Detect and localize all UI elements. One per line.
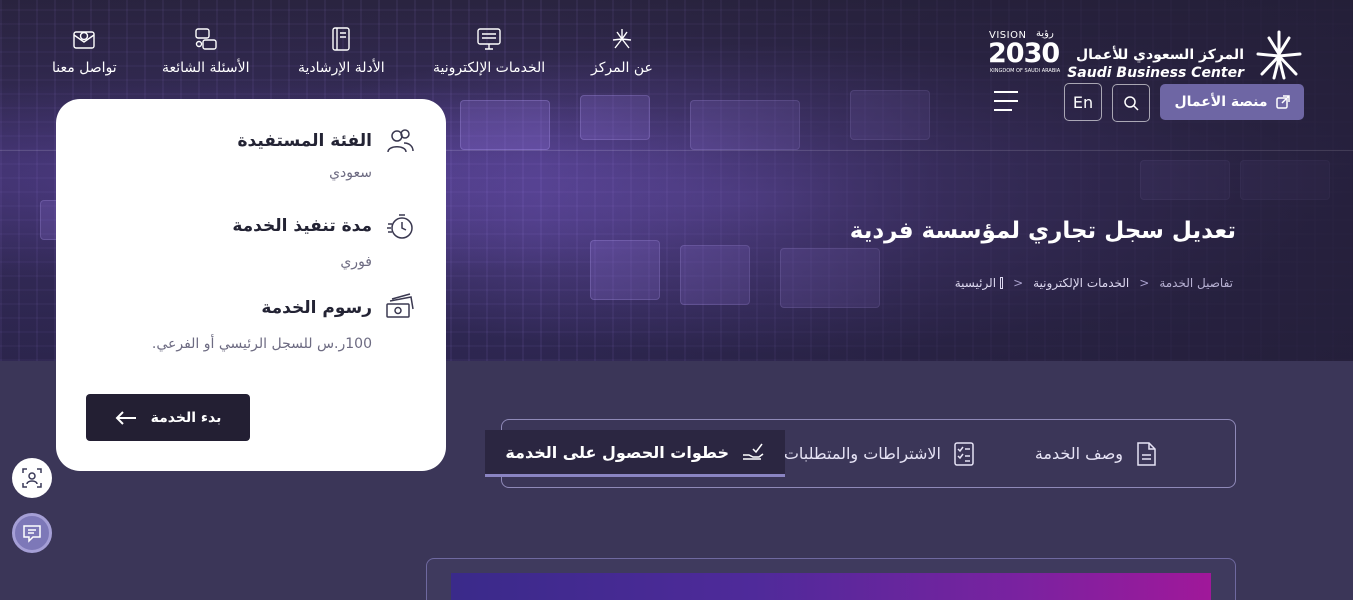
start-service-label: بدء الخدمة: [150, 409, 222, 426]
breadcrumb-home-label: الرئيسية: [954, 276, 997, 290]
logo-en: Saudi Business Center: [1067, 65, 1244, 81]
nav-faq-label: الأسئلة الشائعة: [162, 60, 250, 76]
tab-description[interactable]: وصف الخدمة: [1035, 430, 1157, 477]
duration-row: مدة تنفيذ الخدمة: [232, 210, 416, 242]
audience-value: سعودي: [329, 165, 372, 181]
stopwatch-icon: [387, 214, 413, 239]
nav-about[interactable]: عن المركز: [591, 26, 653, 76]
search-button[interactable]: [1112, 84, 1150, 122]
tab-steps[interactable]: خطوات الحصول على الخدمة: [485, 430, 785, 477]
business-platform-label: منصة الأعمال: [1174, 94, 1268, 110]
breadcrumb-eservices[interactable]: الخدمات الإلكترونية: [1033, 276, 1129, 290]
nav-guides[interactable]: الأدلة الإرشادية: [298, 26, 385, 76]
hand-check-icon: [743, 443, 764, 460]
monitor-icon: [477, 28, 501, 50]
users-icon: [387, 129, 414, 153]
face-scan-icon: [22, 468, 42, 488]
chat-button[interactable]: [12, 513, 52, 553]
sbc-logo[interactable]: المركز السعودي للأعمال Saudi Business Ce…: [1067, 28, 1306, 82]
vision-2030-logo: VISION رؤية 2030 KINGDOM OF SAUDI ARABIA: [986, 28, 1066, 80]
document-icon: [1137, 441, 1156, 466]
language-button[interactable]: En: [1064, 83, 1102, 121]
nav-about-label: عن المركز: [591, 60, 653, 76]
tab-description-label: وصف الخدمة: [1034, 444, 1123, 463]
nav-contact[interactable]: تواصل معنا: [52, 26, 117, 76]
breadcrumb-current: تفاصيل الخدمة: [1159, 276, 1233, 290]
tab-requirements-label: الاشتراطات والمتطلبات: [783, 444, 941, 463]
home-marker-icon: [1000, 277, 1004, 289]
vision-kingdom: KINGDOM OF SAUDI ARABIA: [990, 68, 1061, 74]
start-service-button[interactable]: بدء الخدمة: [86, 394, 250, 441]
hamburger-menu-icon[interactable]: [992, 88, 1020, 114]
arrow-left-icon: [115, 410, 136, 425]
logo-ar: المركز السعودي للأعمال: [1076, 47, 1244, 63]
nav-eservices[interactable]: الخدمات الإلكترونية: [433, 26, 545, 76]
breadcrumb-separator-icon: <: [1013, 276, 1024, 290]
external-link-icon: [1275, 95, 1290, 109]
language-label: En: [1072, 92, 1094, 112]
chat-icon: [23, 525, 41, 543]
audience-title: الفئة المستفيدة: [237, 131, 373, 151]
nav-faq[interactable]: الأسئلة الشائعة: [162, 26, 250, 76]
content-media-banner: [451, 573, 1211, 600]
fees-value: 100ر.س للسجل الرئيسي أو الفرعي.: [151, 336, 372, 352]
audience-row: الفئة المستفيدة: [238, 125, 417, 157]
duration-value: فوري: [340, 254, 372, 270]
duration-title: مدة تنفيذ الخدمة: [232, 216, 372, 236]
tab-requirements[interactable]: الاشتراطات والمتطلبات: [784, 430, 975, 477]
nav-guides-label: الأدلة الإرشادية: [298, 60, 385, 76]
nav-eservices-label: الخدمات الإلكترونية: [433, 60, 546, 76]
sbc-mark-icon: [1256, 30, 1302, 80]
faq-icon: [195, 28, 217, 50]
book-icon: [332, 27, 350, 51]
checklist-icon: [954, 441, 974, 466]
star-logo-icon: [612, 29, 631, 49]
business-platform-button[interactable]: منصة الأعمال: [1160, 84, 1304, 120]
breadcrumb-separator-icon: <: [1139, 276, 1150, 290]
search-icon: [1124, 96, 1139, 111]
breadcrumb: الرئيسية < الخدمات الإلكترونية < تفاصيل …: [955, 276, 1233, 290]
money-icon: [386, 293, 414, 318]
page-title: تعديل سجل تجاري لمؤسسة فردية: [849, 218, 1236, 244]
service-tabs: وصف الخدمة الاشتراطات والمتطلبات خطوات ا…: [485, 419, 1236, 488]
accessibility-button[interactable]: [12, 458, 52, 498]
tab-steps-label: خطوات الحصول على الخدمة: [505, 442, 729, 462]
nav-contact-label: تواصل معنا: [52, 60, 117, 76]
fees-title: رسوم الخدمة: [261, 298, 372, 318]
breadcrumb-home[interactable]: الرئيسية: [954, 276, 1004, 290]
envelope-icon: [73, 31, 96, 49]
service-info-card: الفئة المستفيدة سعودي مدة تنفيذ الخدمة ف…: [56, 99, 446, 471]
vision-year: 2030: [988, 38, 1060, 69]
fees-row: رسوم الخدمة: [261, 292, 416, 324]
